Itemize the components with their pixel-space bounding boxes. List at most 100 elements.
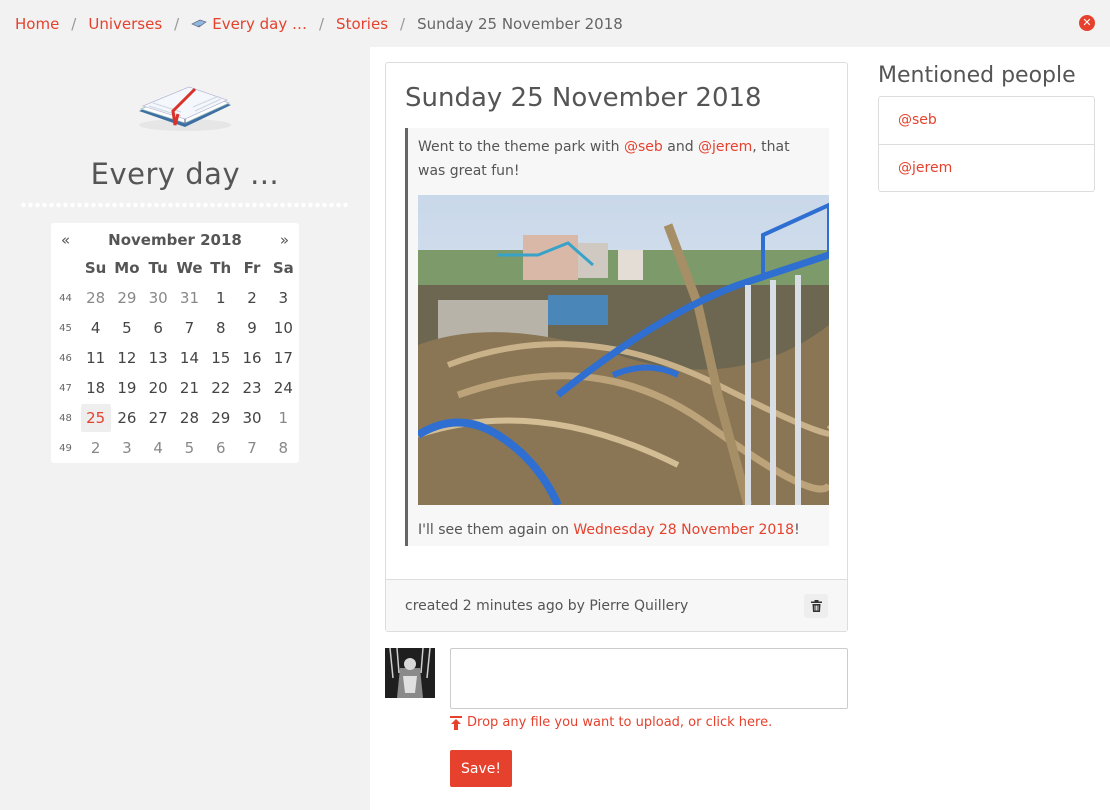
mentions-title: Mentioned people bbox=[878, 63, 1076, 88]
story-text: and bbox=[662, 139, 699, 155]
story-title: Sunday 25 November 2018 bbox=[405, 83, 762, 113]
calendar-grid: Su Mo Tu We Th Fr Sa 44 28 29 30 31 1 2 … bbox=[51, 253, 299, 463]
upload-link[interactable]: Drop any file you want to upload, or cli… bbox=[450, 715, 772, 730]
upload-arrow-icon bbox=[450, 715, 462, 730]
save-button[interactable]: Save! bbox=[450, 750, 512, 787]
story-footer: created 2 minutes ago by Pierre Quillery bbox=[386, 579, 847, 631]
theme-park-photo bbox=[418, 195, 829, 505]
breadcrumb-universes[interactable]: Universes bbox=[88, 15, 162, 33]
calendar-header: « November 2018 » bbox=[51, 227, 299, 253]
calendar-day[interactable]: 5 bbox=[174, 433, 205, 463]
calendar-day[interactable]: 2 bbox=[236, 283, 267, 313]
book-icon bbox=[191, 19, 207, 28]
mention-link-jerem[interactable]: @jerem bbox=[698, 139, 752, 155]
calendar-day[interactable]: 4 bbox=[80, 313, 111, 343]
breadcrumb-home[interactable]: Home bbox=[15, 15, 59, 33]
week-number: 49 bbox=[59, 442, 72, 454]
week-number: 46 bbox=[59, 352, 72, 364]
calendar-week: 44 28 29 30 31 1 2 3 bbox=[51, 283, 299, 313]
main-content: Sunday 25 November 2018 Went to the them… bbox=[370, 47, 1110, 810]
calendar-day[interactable]: 6 bbox=[143, 313, 174, 343]
calendar-day[interactable]: 26 bbox=[111, 403, 142, 433]
mention-item-jerem[interactable]: @jerem bbox=[879, 144, 1094, 191]
calendar-day[interactable]: 13 bbox=[143, 343, 174, 373]
calendar-day[interactable]: 1 bbox=[268, 403, 299, 433]
story-text: Went to the theme park with bbox=[418, 139, 624, 155]
trash-icon bbox=[810, 599, 822, 612]
universe-title: Every day … bbox=[90, 157, 280, 191]
calendar-day[interactable]: 30 bbox=[143, 283, 174, 313]
calendar-week: 48 25 26 27 28 29 30 1 bbox=[51, 403, 299, 433]
calendar: « November 2018 » Su Mo Tu We Th Fr Sa 4… bbox=[51, 223, 299, 463]
calendar-day[interactable]: 17 bbox=[268, 343, 299, 373]
date-link[interactable]: Wednesday 28 November 2018 bbox=[573, 522, 794, 538]
story-paragraph: I'll see them again on Wednesday 28 Nove… bbox=[418, 518, 819, 542]
mentions-list: @seb @jerem bbox=[878, 96, 1095, 192]
weekday-label: Su bbox=[84, 259, 107, 277]
calendar-day[interactable]: 7 bbox=[174, 313, 205, 343]
week-number: 45 bbox=[59, 322, 72, 334]
calendar-today-label: 25 bbox=[80, 404, 111, 432]
close-circle-icon[interactable]: ✕ bbox=[1079, 15, 1095, 31]
calendar-month-label: November 2018 bbox=[108, 231, 242, 249]
calendar-day[interactable]: 9 bbox=[236, 313, 267, 343]
calendar-day[interactable]: 7 bbox=[236, 433, 267, 463]
calendar-day[interactable]: 21 bbox=[174, 373, 205, 403]
breadcrumb: Home / Universes / Every day … / Stories… bbox=[0, 0, 1110, 47]
calendar-day[interactable]: 20 bbox=[143, 373, 174, 403]
calendar-day[interactable]: 19 bbox=[111, 373, 142, 403]
calendar-week: 47 18 19 20 21 22 23 24 bbox=[51, 373, 299, 403]
delete-button[interactable] bbox=[804, 593, 828, 618]
calendar-day[interactable]: 14 bbox=[174, 343, 205, 373]
breadcrumb-universe[interactable]: Every day … bbox=[191, 15, 307, 33]
calendar-day[interactable]: 16 bbox=[236, 343, 267, 373]
calendar-day[interactable]: 31 bbox=[174, 283, 205, 313]
calendar-weekdays: Su Mo Tu We Th Fr Sa bbox=[51, 253, 299, 283]
upload-text: Drop any file you want to upload, or cli… bbox=[467, 715, 773, 730]
calendar-day[interactable]: 29 bbox=[205, 403, 236, 433]
weekday-label: Sa bbox=[272, 259, 294, 277]
universe-sidebar: Every day … « November 2018 » Su Mo Tu W… bbox=[0, 47, 370, 810]
story-card: Sunday 25 November 2018 Went to the them… bbox=[385, 62, 848, 632]
breadcrumb-separator: / bbox=[71, 14, 77, 33]
calendar-day[interactable]: 3 bbox=[268, 283, 299, 313]
calendar-day[interactable]: 5 bbox=[111, 313, 142, 343]
calendar-day[interactable]: 30 bbox=[236, 403, 267, 433]
breadcrumb-separator: / bbox=[400, 14, 406, 33]
calendar-day[interactable]: 24 bbox=[268, 373, 299, 403]
calendar-day[interactable]: 12 bbox=[111, 343, 142, 373]
calendar-prev-button[interactable]: « bbox=[61, 231, 70, 249]
created-meta: created 2 minutes ago by Pierre Quillery bbox=[405, 597, 689, 614]
mention-item-seb[interactable]: @seb bbox=[879, 97, 1094, 144]
calendar-day[interactable]: 2 bbox=[80, 433, 111, 463]
calendar-day[interactable]: 1 bbox=[205, 283, 236, 313]
calendar-day[interactable]: 29 bbox=[111, 283, 142, 313]
weekday-label: Fr bbox=[243, 259, 261, 277]
avatar bbox=[385, 648, 435, 698]
calendar-day[interactable]: 6 bbox=[205, 433, 236, 463]
calendar-day[interactable]: 8 bbox=[268, 433, 299, 463]
breadcrumb-stories[interactable]: Stories bbox=[336, 15, 388, 33]
calendar-day-today[interactable]: 25 bbox=[80, 403, 111, 433]
calendar-day[interactable]: 27 bbox=[143, 403, 174, 433]
calendar-day[interactable]: 8 bbox=[205, 313, 236, 343]
calendar-day[interactable]: 10 bbox=[268, 313, 299, 343]
calendar-day[interactable]: 23 bbox=[236, 373, 267, 403]
week-number-header bbox=[51, 253, 80, 283]
calendar-day[interactable]: 22 bbox=[205, 373, 236, 403]
calendar-day[interactable]: 15 bbox=[205, 343, 236, 373]
weekday-label: We bbox=[176, 259, 203, 277]
mention-link-seb[interactable]: @seb bbox=[624, 139, 663, 155]
calendar-day[interactable]: 3 bbox=[111, 433, 142, 463]
calendar-week: 49 2 3 4 5 6 7 8 bbox=[51, 433, 299, 463]
calendar-next-button[interactable]: » bbox=[280, 231, 289, 249]
breadcrumb-universe-label: Every day … bbox=[212, 14, 307, 33]
breadcrumb-separator: / bbox=[174, 14, 180, 33]
calendar-day[interactable]: 28 bbox=[80, 283, 111, 313]
calendar-day[interactable]: 18 bbox=[80, 373, 111, 403]
week-number: 47 bbox=[59, 382, 72, 394]
comment-input[interactable] bbox=[450, 648, 848, 709]
calendar-day[interactable]: 4 bbox=[143, 433, 174, 463]
calendar-day[interactable]: 11 bbox=[80, 343, 111, 373]
calendar-day[interactable]: 28 bbox=[174, 403, 205, 433]
